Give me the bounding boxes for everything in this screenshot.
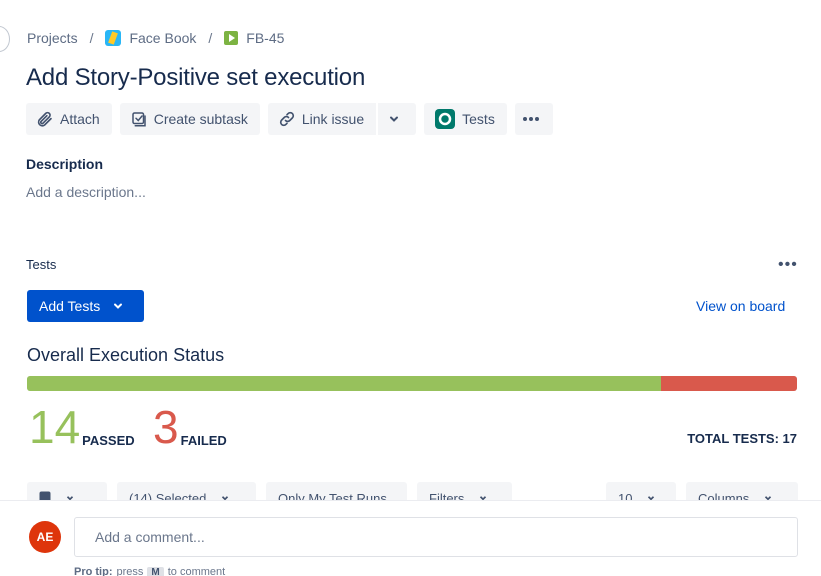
selected-label: (14) Selected [129,491,207,500]
link-icon [279,111,294,127]
pro-tip-key: M [147,566,164,576]
failed-segment [661,376,797,391]
passed-count: 14 [29,401,81,453]
comment-input[interactable]: Add a comment... [74,517,798,557]
page-size-value: 10 [618,491,633,500]
pro-tip-suffix: to comment [167,566,226,576]
breadcrumb-separator: / [89,30,94,46]
breadcrumb-issue[interactable]: FB-45 [224,30,284,46]
pro-tip-prefix: Pro tip: [74,566,113,576]
attach-label: Attach [60,111,100,127]
chevron-down-icon [390,116,399,122]
create-subtask-button[interactable]: Create subtask [119,103,260,135]
add-tests-button[interactable]: Add Tests [27,290,144,322]
issue-title[interactable]: Add Story-Positive set execution [26,64,365,92]
passed-stat: 14 PASSED [29,404,135,450]
chevron-down-icon [479,496,487,500]
overall-execution-status-title: Overall Execution Status [27,345,225,365]
tests-panel-more-button[interactable]: ••• [778,256,798,274]
link-issue-dropdown-button[interactable] [376,103,417,135]
breadcrumb-project-label: Face Book [129,30,197,46]
description-heading: Description [26,156,104,172]
breadcrumb-separator: / [208,30,213,46]
chevron-down-icon [648,496,655,500]
tests-button[interactable]: Tests [424,103,507,135]
attach-button[interactable]: Attach [26,103,112,135]
only-my-test-runs-label: Only My Test Runs [278,491,387,500]
only-my-test-runs-toggle[interactable]: Only My Test Runs [266,482,407,500]
execution-progress-bar [27,376,797,391]
paperclip-icon [37,111,52,127]
chevron-down-icon [764,496,772,500]
link-issue-label: Link issue [301,111,365,127]
columns-dropdown[interactable]: Columns [686,482,798,500]
chevron-down-icon [221,496,229,500]
chevron-down-icon [114,303,123,309]
link-issue-split-button: Link issue [267,103,417,135]
select-all-dropdown[interactable] [27,482,107,500]
checkbox-icon [39,491,51,500]
tests-label: Tests [462,111,495,127]
link-issue-button[interactable]: Link issue [267,103,377,135]
failed-stat: 3 FAILED [153,404,227,450]
view-on-board-link[interactable]: View on board [696,298,785,314]
more-horizontal-icon [522,117,539,121]
passed-segment [27,376,662,391]
pro-tip: Pro tip: press M to comment [74,566,225,576]
subtask-icon [131,112,146,127]
comment-divider [0,500,821,501]
filters-label: Filters [429,491,465,500]
tests-filter-bar: (14) Selected Only My Test Runs Filters … [27,482,798,500]
xray-tests-icon [435,109,456,129]
breadcrumb-project[interactable]: Face Book [105,30,196,46]
page-size-select[interactable]: 10 [606,482,676,500]
filters-dropdown[interactable]: Filters [417,482,512,500]
avatar[interactable]: AE [29,521,61,553]
create-subtask-label: Create subtask [153,111,248,127]
tests-panel-heading: Tests [26,257,57,272]
more-actions-button[interactable] [514,103,553,135]
project-avatar-icon [105,30,122,46]
chevron-down-icon [66,496,73,500]
failed-count: 3 [153,401,179,453]
sidebar-collapse-handle[interactable] [0,26,10,52]
breadcrumb-projects[interactable]: Projects [27,30,78,46]
story-type-icon [224,31,239,45]
total-tests: TOTAL TESTS: 17 [687,431,797,446]
failed-label: FAILED [180,433,227,448]
description-field[interactable]: Add a description... [26,184,146,200]
add-tests-label: Add Tests [39,298,101,314]
breadcrumb-issue-key: FB-45 [246,30,285,46]
breadcrumb: Projects / Face Book / FB-45 [27,29,284,47]
pro-tip-press: press [116,566,144,576]
issue-toolbar: Attach Create subtask Link issue Tests [26,103,553,135]
passed-label: PASSED [82,433,135,448]
columns-label: Columns [698,491,750,500]
selected-dropdown[interactable]: (14) Selected [117,482,256,500]
